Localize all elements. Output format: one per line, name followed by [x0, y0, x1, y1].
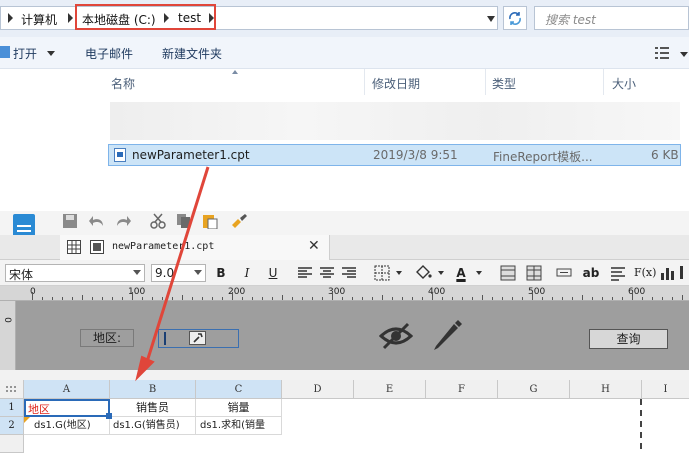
- annotation-arrow: [135, 166, 210, 382]
